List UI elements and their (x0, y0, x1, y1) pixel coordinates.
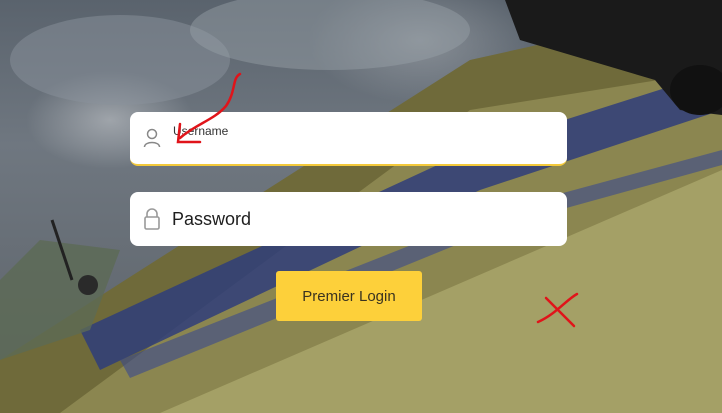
password-field[interactable] (130, 192, 567, 246)
premier-login-button[interactable]: Premier Login (276, 271, 422, 321)
username-label: Username (173, 124, 229, 138)
lock-icon (142, 207, 162, 231)
user-icon (142, 126, 162, 150)
username-input[interactable] (172, 105, 567, 171)
password-input[interactable] (172, 192, 567, 246)
username-field[interactable]: Username (130, 105, 567, 171)
